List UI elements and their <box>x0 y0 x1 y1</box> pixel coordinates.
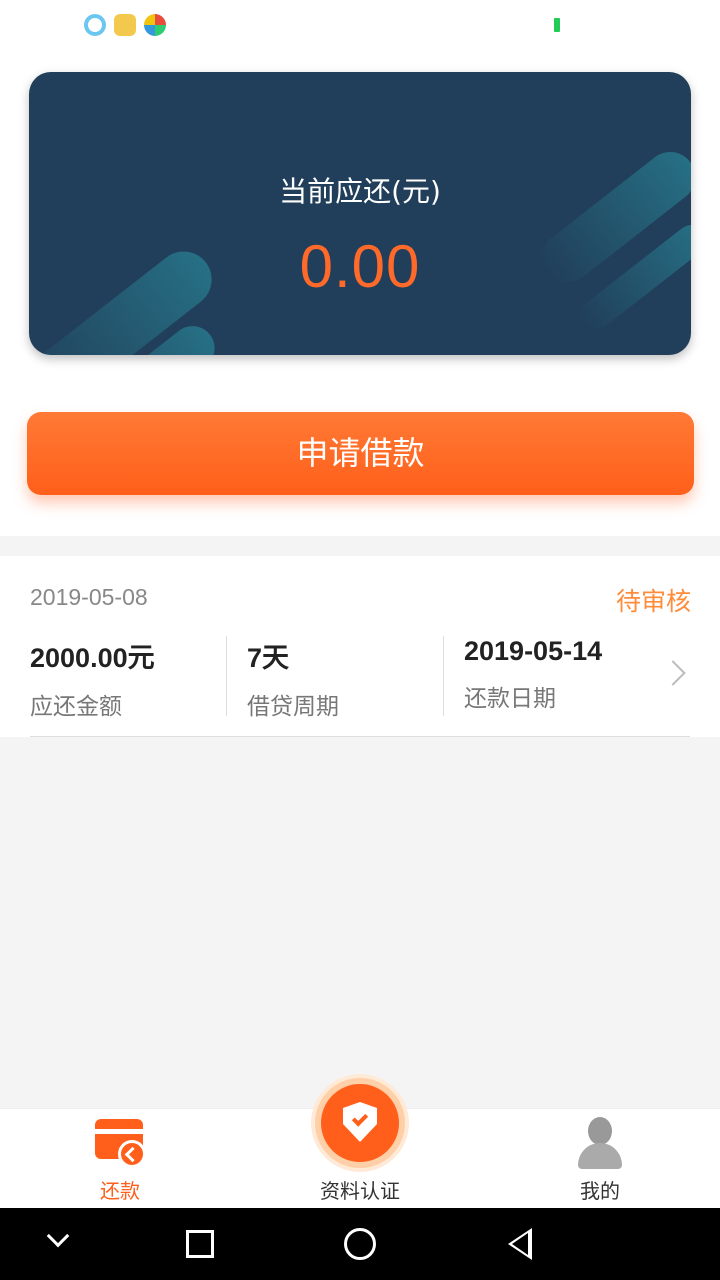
recent-apps-icon <box>186 1230 214 1258</box>
repay-date-column: 2019-05-14 还款日期 <box>464 636 602 716</box>
repay-date-value: 2019-05-14 <box>464 636 603 666</box>
repay-arrow-icon <box>118 1140 146 1168</box>
tab-repay[interactable]: 还款 <box>0 1109 240 1209</box>
nav-recent-apps-button[interactable] <box>170 1208 230 1280</box>
divider <box>443 636 444 716</box>
divider <box>226 636 227 716</box>
chevron-right-icon[interactable] <box>660 660 686 686</box>
home-icon <box>344 1228 376 1260</box>
repay-amount-value: 2000.00元 <box>30 643 155 673</box>
loan-period-column: 7天 借贷周期 <box>247 636 339 720</box>
repay-amount-column: 2000.00元 应还金额 <box>30 636 155 720</box>
system-nav-bar <box>0 1208 720 1280</box>
tab-mine-label: 我的 <box>580 1179 620 1203</box>
nav-collapse-button[interactable] <box>30 1208 90 1280</box>
loan-record-card[interactable]: 2019-05-08 待审核 2000.00元 应还金额 7天 借贷周期 201… <box>0 556 720 737</box>
verification-center-button[interactable] <box>315 1078 405 1168</box>
color-wheel-icon <box>144 14 166 36</box>
status-bar <box>0 0 720 50</box>
qq-browser-icon <box>84 14 106 36</box>
signal-icon <box>554 18 560 32</box>
loan-date: 2019-05-08 <box>30 584 148 610</box>
nav-back-button[interactable] <box>490 1208 550 1280</box>
balance-card: 当前应还(元) 0.00 <box>29 72 691 355</box>
repay-date-label: 还款日期 <box>464 686 556 712</box>
divider <box>30 736 690 737</box>
status-badge: 待审核 <box>615 587 691 616</box>
app-icon <box>114 14 136 36</box>
balance-amount: 0.00 <box>299 233 421 300</box>
repay-amount-label: 应还金额 <box>30 694 122 720</box>
tab-verification-label: 资料认证 <box>320 1179 400 1203</box>
tab-repay-label: 还款 <box>100 1179 140 1203</box>
balance-label: 当前应还(元) <box>279 175 441 208</box>
loan-period-label: 借贷周期 <box>247 694 339 720</box>
user-head <box>588 1117 612 1145</box>
back-icon <box>508 1228 532 1260</box>
user-body <box>578 1143 622 1169</box>
user-icon <box>578 1117 622 1169</box>
nav-home-button[interactable] <box>330 1208 390 1280</box>
tab-mine[interactable]: 我的 <box>480 1109 720 1209</box>
apply-loan-button[interactable]: 申请借款 <box>27 412 694 495</box>
chevron-down-icon <box>46 1224 70 1248</box>
loan-period-value: 7天 <box>247 643 290 673</box>
